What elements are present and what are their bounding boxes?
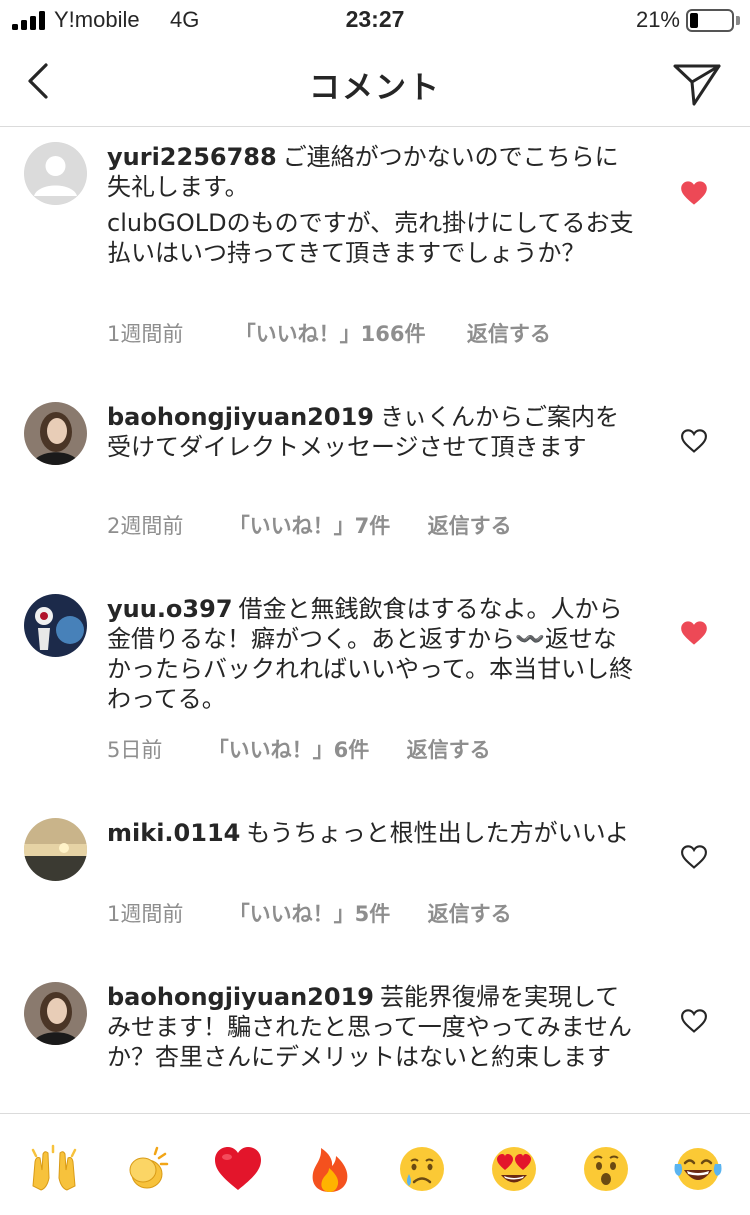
crying-face-emoji-icon[interactable] <box>397 1144 447 1194</box>
clapping-hands-emoji-icon[interactable] <box>121 1144 171 1194</box>
heart-outline-icon[interactable] <box>680 1008 708 1034</box>
comment-time: 1週間前 <box>107 902 184 926</box>
avatar-photo[interactable] <box>24 402 87 465</box>
share-button[interactable] <box>670 56 724 110</box>
comment-likes[interactable]: 「いいね！」6件 <box>208 734 370 764</box>
battery-tip <box>736 16 740 25</box>
comment-text-continued: clubGOLDのものですが、売れ掛けにしてるお支払いはいつ持ってきて頂きますで… <box>107 209 634 267</box>
comment-text: もうちょっと根性出した方がいいよ <box>246 819 630 847</box>
fire-emoji-icon[interactable] <box>305 1144 355 1194</box>
avatar-landscape[interactable] <box>24 818 87 881</box>
battery-icon <box>686 9 734 32</box>
tears-of-joy-emoji-icon[interactable] <box>673 1144 723 1194</box>
comment-body: baohongjiyuan2019 きぃくんからご案内を受けてダイレクトメッセージ… <box>107 402 637 462</box>
reply-button[interactable]: 返信する <box>467 318 551 348</box>
status-bar: Y!mobile 4G 23:27 21% <box>0 0 750 40</box>
paper-plane-icon <box>673 64 721 106</box>
comment-body: baohongjiyuan2019 芸能界復帰を実現してみせます！騙されたと思って… <box>107 982 637 1072</box>
battery-percentage: 21% <box>635 7 680 32</box>
comment-username[interactable]: miki.0114 <box>107 819 240 847</box>
comment-username[interactable]: yuri2256788 <box>107 143 277 171</box>
raising-hands-emoji-icon[interactable] <box>29 1144 79 1194</box>
avatar-default[interactable] <box>24 142 87 205</box>
comment-time: 1週間前 <box>107 322 184 346</box>
reply-button[interactable]: 返信する <box>428 898 512 928</box>
comment-body: yuu.o397 借金と無銭飲食はするなよ。人から金借りるな！癖がつく。あと返すか… <box>107 594 637 714</box>
comment-body: yuri2256788 ご連絡がつかないのでこちらに失礼します。 clubGOLD… <box>107 142 637 268</box>
avatar-photo[interactable] <box>24 982 87 1045</box>
reply-button[interactable]: 返信する <box>428 510 512 540</box>
comment-time: 5日前 <box>107 738 163 762</box>
comment-username[interactable]: yuu.o397 <box>107 595 233 623</box>
comment-meta: 1週間前 「いいね！」166件 返信する <box>107 318 551 348</box>
comment-body: miki.0114 もうちょっと根性出した方がいいよ <box>107 818 637 848</box>
red-heart-emoji-icon[interactable] <box>213 1144 263 1194</box>
heart-filled-icon[interactable] <box>680 620 708 646</box>
comment-username[interactable]: baohongjiyuan2019 <box>107 403 374 431</box>
comment-meta: 5日前 「いいね！」6件 返信する <box>107 734 491 764</box>
page-title: コメント <box>309 70 441 106</box>
heart-filled-icon[interactable] <box>680 180 708 206</box>
heart-outline-icon[interactable] <box>680 844 708 870</box>
heart-eyes-emoji-icon[interactable] <box>489 1144 539 1194</box>
comment-meta: 2週間前 「いいね！」7件 返信する <box>107 510 512 540</box>
comment-list[interactable]: yuri2256788 ご連絡がつかないのでこちらに失礼します。 clubGOLD… <box>0 128 750 1113</box>
comment-likes[interactable]: 「いいね！」166件 <box>235 318 426 348</box>
avatar-illustration[interactable] <box>24 594 87 657</box>
reply-button[interactable]: 返信する <box>407 734 491 764</box>
surprised-face-emoji-icon[interactable] <box>581 1144 631 1194</box>
battery-level <box>690 13 698 28</box>
comment-meta: 1週間前 「いいね！」5件 返信する <box>107 898 512 928</box>
comment-time: 2週間前 <box>107 514 184 538</box>
nav-header: コメント <box>0 40 750 127</box>
comment-likes[interactable]: 「いいね！」7件 <box>229 510 391 540</box>
heart-outline-icon[interactable] <box>680 428 708 454</box>
comment-username[interactable]: baohongjiyuan2019 <box>107 983 374 1011</box>
emoji-quick-bar <box>0 1113 750 1215</box>
comment-likes[interactable]: 「いいね！」5件 <box>229 898 391 928</box>
